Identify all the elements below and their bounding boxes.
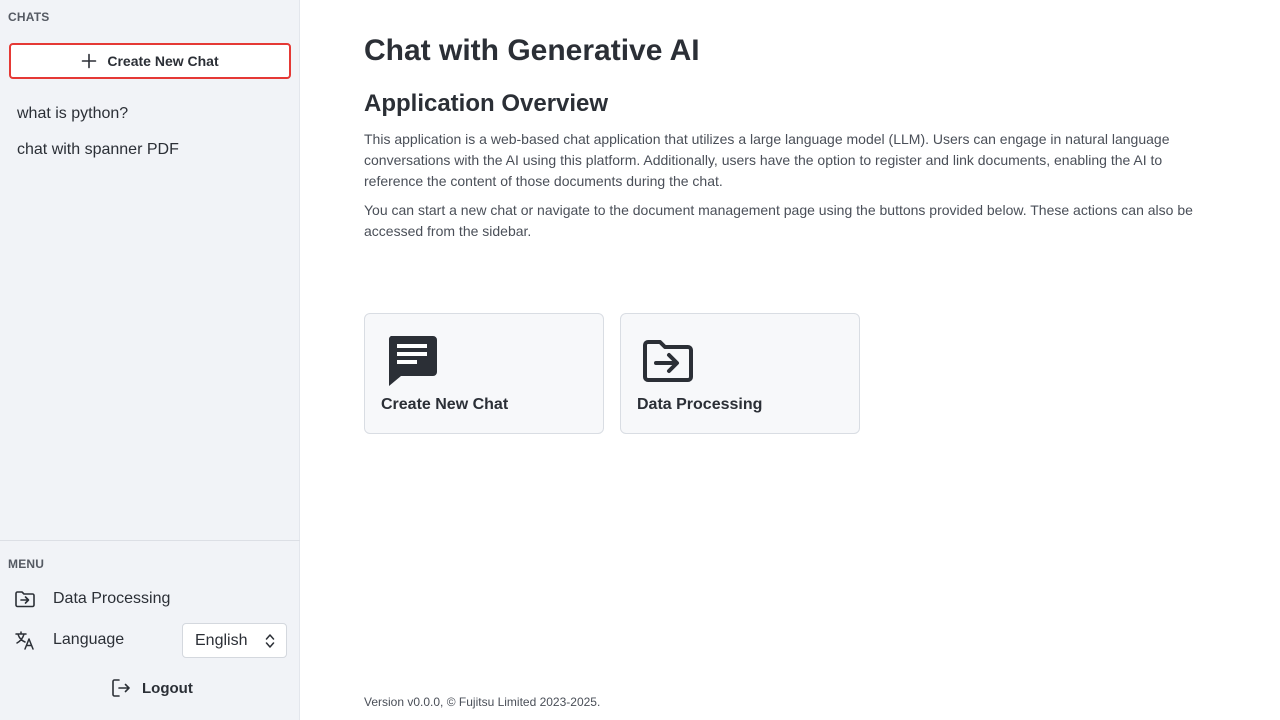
version-footer: Version v0.0.0, © Fujitsu Limited 2023-2… [364,695,601,709]
create-new-chat-card[interactable]: Create New Chat [364,313,604,434]
chat-history-list: what is python? chat with spanner PDF [0,96,300,168]
create-new-chat-label: Create New Chat [107,53,219,69]
logout-label: Logout [142,679,193,697]
chat-history-item[interactable]: chat with spanner PDF [0,132,300,168]
main-content: Chat with Generative AI Application Over… [300,0,1280,720]
chat-message-icon [388,336,437,386]
overview-paragraph: This application is a web-based chat app… [364,131,1170,189]
menu-section-label: MENU [8,557,45,571]
folder-import-icon [15,591,35,608]
language-select-value: English [195,631,248,649]
sidebar-item-label: Data Processing [53,590,171,607]
overview-heading: Application Overview [364,90,609,117]
card-label: Create New Chat [381,396,509,413]
plus-icon [82,53,97,69]
sidebar: CHATS Create New Chat what is python? ch… [0,0,300,720]
card-label: Data Processing [637,396,763,413]
language-select[interactable]: English [182,623,287,658]
logout-button[interactable]: Logout [110,675,193,701]
page-title: Chat with Generative AI [364,34,700,67]
overview-paragraph: You can start a new chat or navigate to … [364,202,1193,239]
translate-icon [15,631,34,650]
create-new-chat-button[interactable]: Create New Chat [9,43,291,79]
chats-section-label: CHATS [8,10,50,24]
folder-import-icon [643,340,693,382]
logout-icon [112,679,130,697]
sidebar-item-label: Language [53,631,125,648]
sidebar-divider [0,540,300,541]
data-processing-card[interactable]: Data Processing [620,313,860,434]
chat-history-item[interactable]: what is python? [0,96,300,132]
app-root: CHATS Create New Chat what is python? ch… [0,0,1280,720]
sidebar-item-data-processing[interactable]: Data Processing [0,581,300,617]
chevron-updown-icon [265,633,275,648]
